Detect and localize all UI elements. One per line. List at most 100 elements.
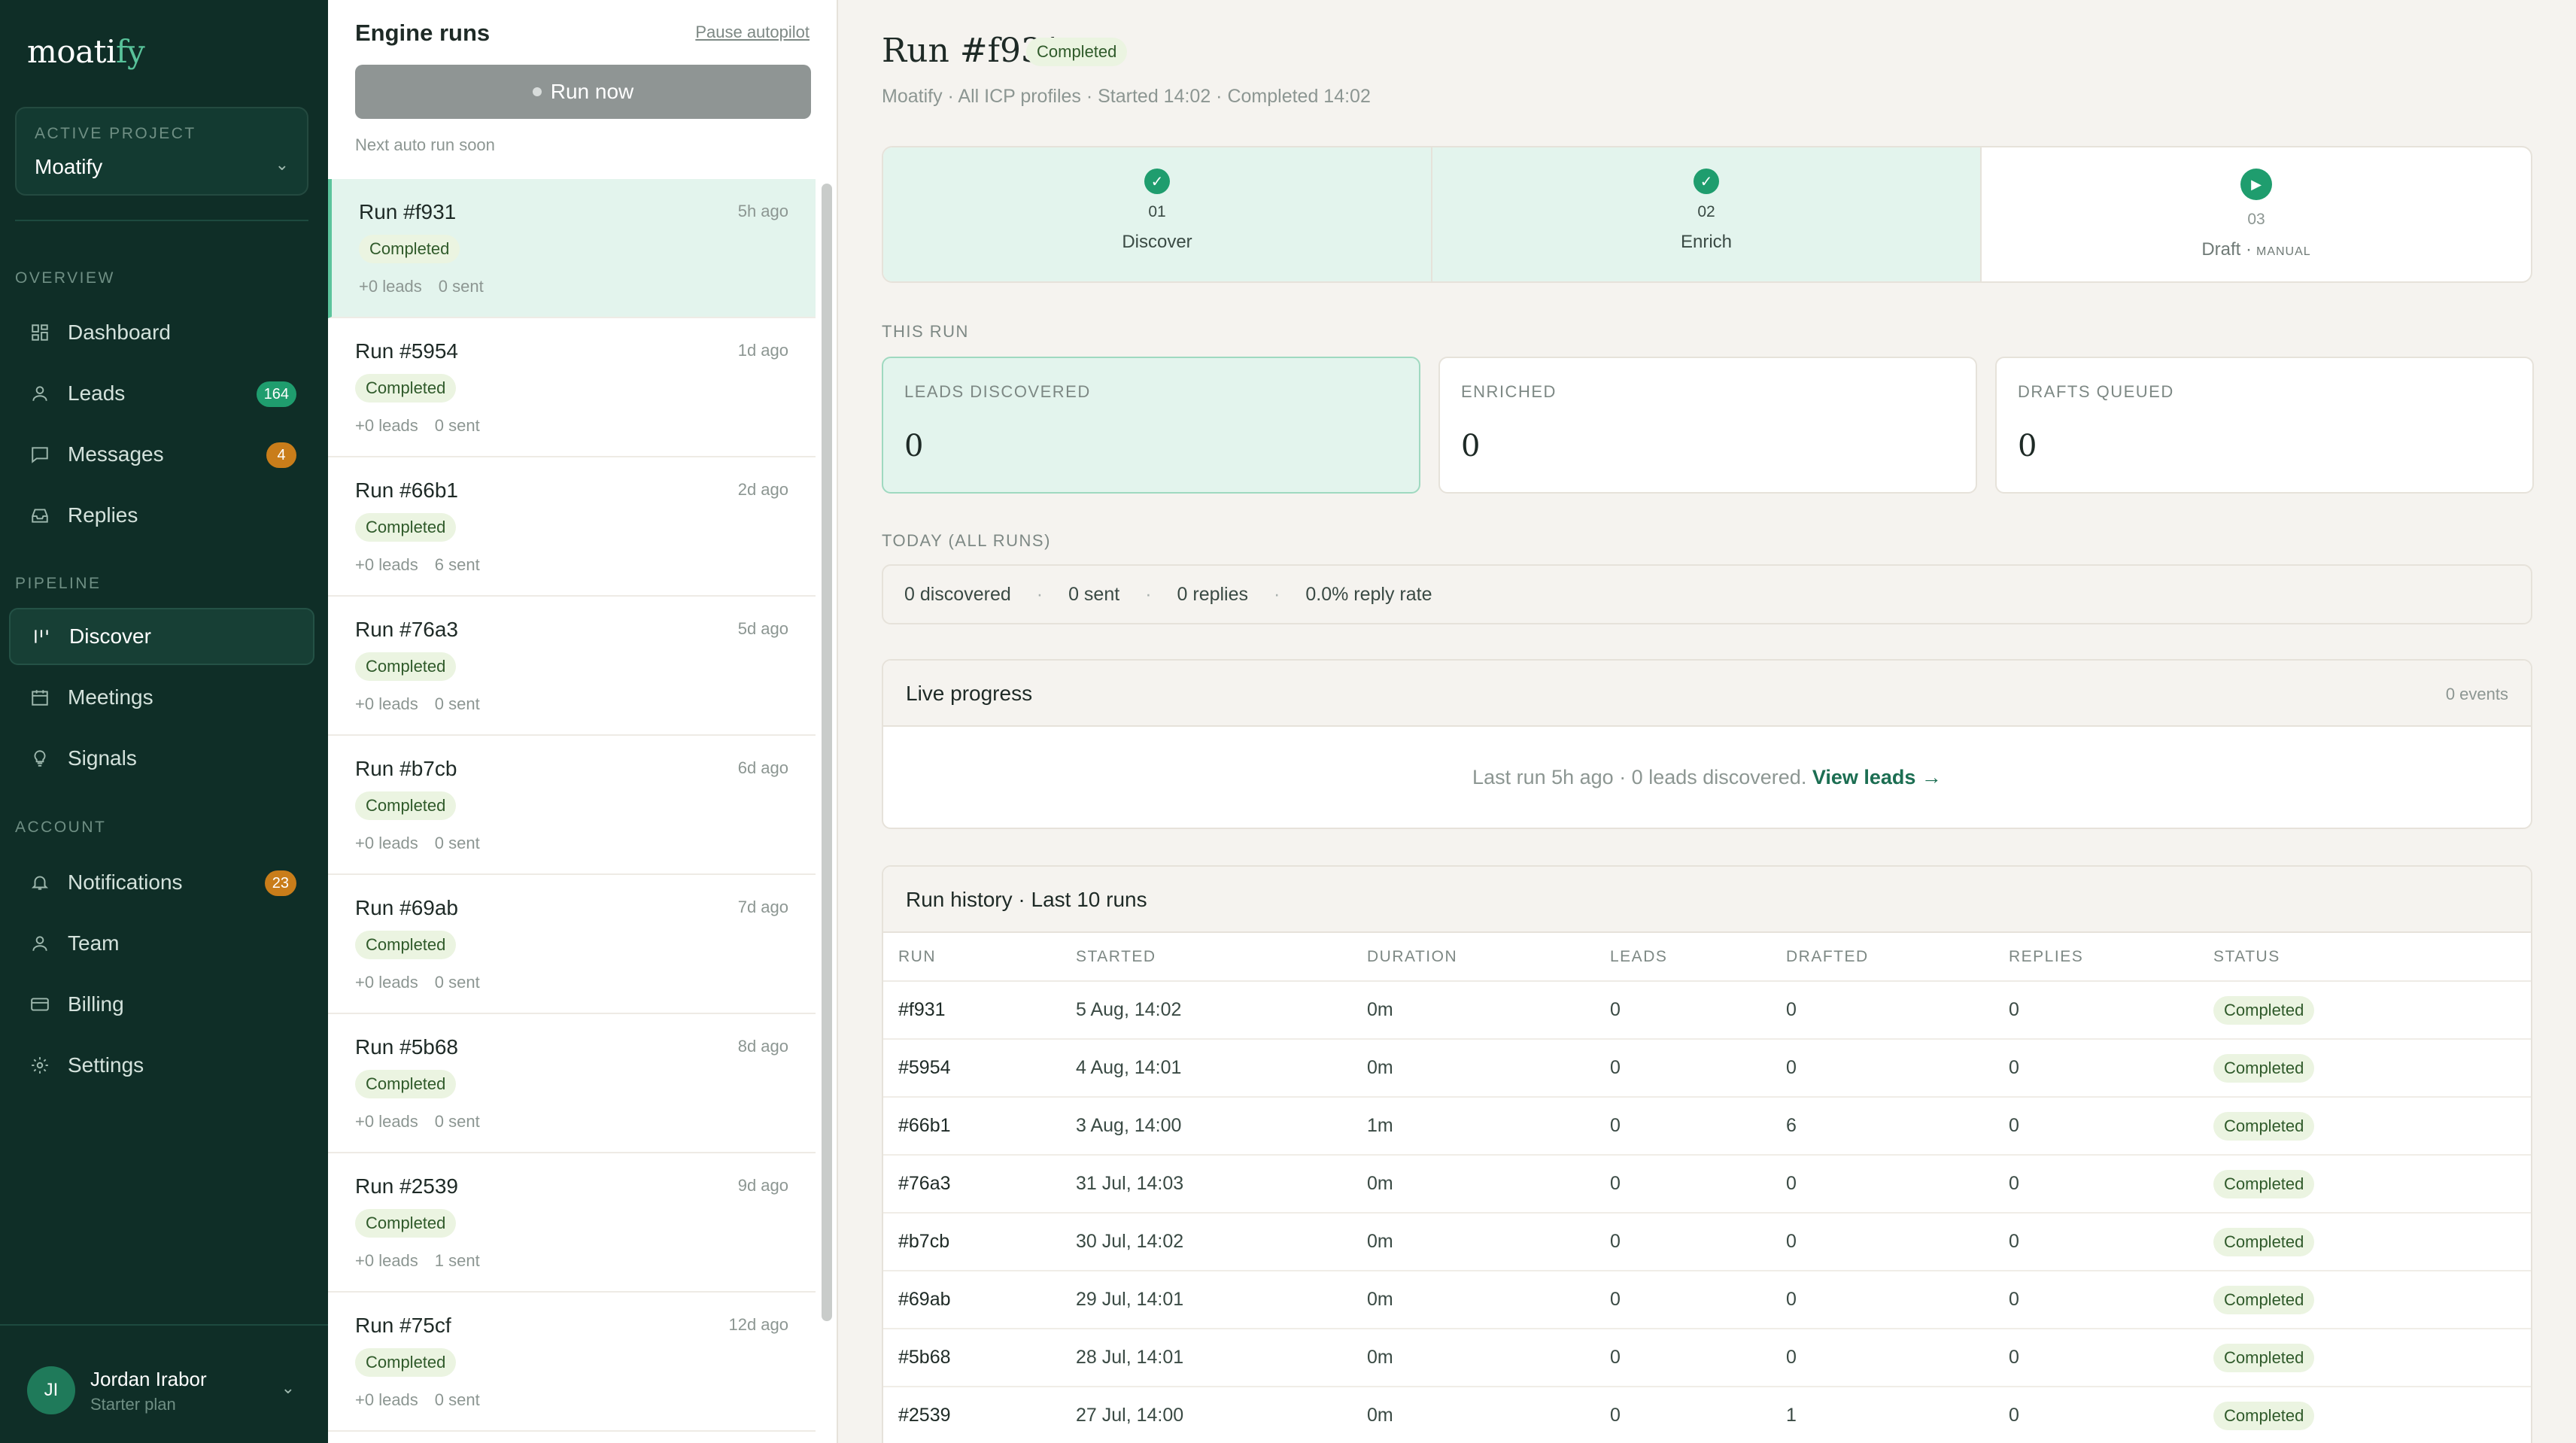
sidebar-item-notifications[interactable]: Notifications 23 — [9, 854, 314, 911]
table-row[interactable]: #66b1 3 Aug, 14:00 1m 0 6 0 Completed — [883, 1097, 2531, 1156]
cell-run: #f931 — [883, 981, 1076, 1040]
bars-icon — [30, 625, 53, 648]
sidebar-item-messages[interactable]: Messages 4 — [9, 426, 314, 483]
cell-started: 29 Jul, 14:01 — [1076, 1271, 1367, 1329]
run-list-item[interactable]: Run #b7cb 6d ago Completed +0 leads 0 sen… — [328, 736, 816, 875]
table-row[interactable]: #69ab 29 Jul, 14:01 0m 0 0 0 Completed — [883, 1271, 2531, 1329]
step-number: 01 — [1148, 203, 1166, 220]
section-pipeline: PIPELINE — [15, 575, 102, 592]
column-header[interactable]: STATUS — [2213, 933, 2531, 982]
run-time-ago: 7d ago — [737, 898, 788, 916]
run-list-item[interactable]: Run #69ab 7d ago Completed +0 leads 0 sen… — [328, 875, 816, 1014]
column-header[interactable]: DURATION — [1367, 933, 1610, 982]
run-list-item[interactable]: Run #76a3 5d ago Completed +0 leads 0 sen… — [328, 597, 816, 736]
project-selector[interactable]: ACTIVE PROJECT Moatify ⌄ — [15, 107, 308, 196]
sidebar-item-settings[interactable]: Settings — [9, 1037, 314, 1094]
table-row[interactable]: #76a3 31 Jul, 14:03 0m 0 0 0 Completed — [883, 1155, 2531, 1214]
sidebar-item-label: Replies — [68, 503, 138, 527]
run-history-table: RUN STARTED DURATION LEADS DRAFTED REPLI… — [883, 933, 2531, 1443]
cell-started: 30 Jul, 14:02 — [1076, 1213, 1367, 1271]
project-value: Moatify — [35, 155, 103, 178]
separator: · — [1274, 583, 1280, 605]
column-header[interactable]: LEADS — [1610, 933, 1786, 982]
cell-drafted: 1 — [1786, 1387, 2009, 1443]
run-list-item[interactable]: Run #5954 1d ago Completed +0 leads 0 sen… — [328, 318, 816, 457]
column-header[interactable]: DRAFTED — [1786, 933, 2009, 982]
table-row[interactable]: #5954 4 Aug, 14:01 0m 0 0 0 Completed — [883, 1039, 2531, 1098]
run-sent: 0 sent — [438, 277, 484, 296]
sidebar-item-label: Messages — [68, 442, 164, 466]
column-header[interactable]: REPLIES — [2009, 933, 2213, 982]
column-header[interactable]: RUN — [883, 933, 1076, 982]
grid-icon — [29, 321, 51, 344]
column-header[interactable]: STARTED — [1076, 933, 1367, 982]
table-row[interactable]: #f931 5 Aug, 14:02 0m 0 0 0 Completed — [883, 981, 2531, 1040]
run-leads: +0 leads — [355, 1390, 418, 1409]
cell-status: Completed — [2213, 1271, 2531, 1329]
step-draft[interactable]: ▶ 03 Draft · MANUAL — [1982, 147, 2531, 281]
run-leads: +0 leads — [355, 834, 418, 852]
stat-value: 0 — [1461, 429, 1481, 463]
stat-value: 0 — [2018, 429, 2037, 463]
cell-drafted: 0 — [1786, 1329, 2009, 1387]
run-meta: +0 leads 1 sent — [355, 1251, 480, 1271]
run-now-button[interactable]: Run now — [355, 65, 811, 119]
stat-drafts-queued: DRAFTS QUEUED 0 — [1995, 357, 2534, 494]
run-list-item[interactable]: Run #2539 9d ago Completed +0 leads 1 sen… — [328, 1153, 816, 1293]
step-number: 03 — [2247, 211, 2265, 228]
sidebar-item-meetings[interactable]: Meetings — [9, 669, 314, 726]
cell-duration: 1m — [1367, 1097, 1610, 1156]
cell-replies: 0 — [2009, 1213, 2213, 1271]
sidebar-item-replies[interactable]: Replies — [9, 487, 314, 544]
run-time-ago: 9d ago — [737, 1176, 788, 1195]
sidebar-item-discover[interactable]: Discover — [9, 608, 314, 665]
pause-autopilot-link[interactable]: Pause autopilot — [695, 23, 810, 42]
sidebar-item-leads[interactable]: Leads 164 — [9, 365, 314, 422]
run-leads: +0 leads — [355, 1251, 418, 1270]
step-name-text: Draft · — [2201, 239, 2252, 260]
cell-duration: 0m — [1367, 1271, 1610, 1329]
cell-drafted: 0 — [1786, 1271, 2009, 1329]
cell-replies: 0 — [2009, 981, 2213, 1040]
today-reply-rate: 0.0% reply rate — [1305, 583, 1432, 605]
run-list-item[interactable]: Run #f931 5h ago Completed +0 leads 0 sen… — [328, 179, 816, 318]
app-logo[interactable]: moatify — [27, 33, 145, 70]
status-badge: Completed — [355, 513, 457, 542]
sidebar-item-billing[interactable]: Billing — [9, 976, 314, 1033]
run-list-item[interactable]: Run #75cf 12d ago Completed +0 leads 0 se… — [328, 1293, 816, 1432]
table-row[interactable]: #b7cb 30 Jul, 14:02 0m 0 0 0 Completed — [883, 1213, 2531, 1271]
step-enrich[interactable]: ✓ 02 Enrich — [1432, 147, 1982, 281]
run-meta: +0 leads 6 sent — [355, 555, 480, 575]
user-name: Jordan Irabor — [90, 1368, 207, 1390]
cell-leads: 0 — [1610, 1329, 1786, 1387]
step-discover[interactable]: ✓ 01 Discover — [883, 147, 1432, 281]
cell-leads: 0 — [1610, 1387, 1786, 1443]
run-list-item[interactable]: Run #66b1 2d ago Completed +0 leads 6 sen… — [328, 457, 816, 597]
run-sent: 6 sent — [434, 555, 480, 574]
cell-drafted: 0 — [1786, 1039, 2009, 1098]
cell-drafted: 0 — [1786, 981, 2009, 1040]
run-id: Run #5954 — [355, 339, 459, 363]
run-sent: 0 sent — [434, 694, 480, 713]
table-row[interactable]: #5b68 28 Jul, 14:01 0m 0 0 0 Completed — [883, 1329, 2531, 1387]
status-badge: Completed — [2213, 1111, 2315, 1141]
view-leads-link[interactable]: View leads → — [1812, 766, 1942, 788]
stat-leads-discovered: LEADS DISCOVERED 0 — [882, 357, 1420, 494]
run-list-item[interactable]: Run #5b68 8d ago Completed +0 leads 0 sen… — [328, 1014, 816, 1153]
cell-run: #66b1 — [883, 1097, 1076, 1156]
today-replies: 0 replies — [1177, 583, 1249, 605]
run-sent: 0 sent — [434, 973, 480, 992]
run-time-ago: 5h ago — [737, 202, 788, 220]
sidebar-item-dashboard[interactable]: Dashboard — [9, 304, 314, 361]
sidebar-item-signals[interactable]: Signals — [9, 730, 314, 787]
status-badge: Completed — [2213, 1343, 2315, 1372]
avatar: JI — [27, 1366, 75, 1414]
sidebar-item-label: Meetings — [68, 685, 153, 709]
sidebar-item-team[interactable]: Team — [9, 915, 314, 972]
run-id: Run #f931 — [359, 200, 457, 223]
table-row[interactable]: #2539 27 Jul, 14:00 0m 0 1 0 Completed — [883, 1387, 2531, 1443]
play-icon[interactable]: ▶ — [2240, 169, 2272, 200]
message-icon — [29, 443, 51, 466]
run-list-scrollbar[interactable] — [822, 184, 832, 1321]
user-menu[interactable]: JI Jordan Irabor Starter plan ⌄ — [0, 1324, 328, 1443]
